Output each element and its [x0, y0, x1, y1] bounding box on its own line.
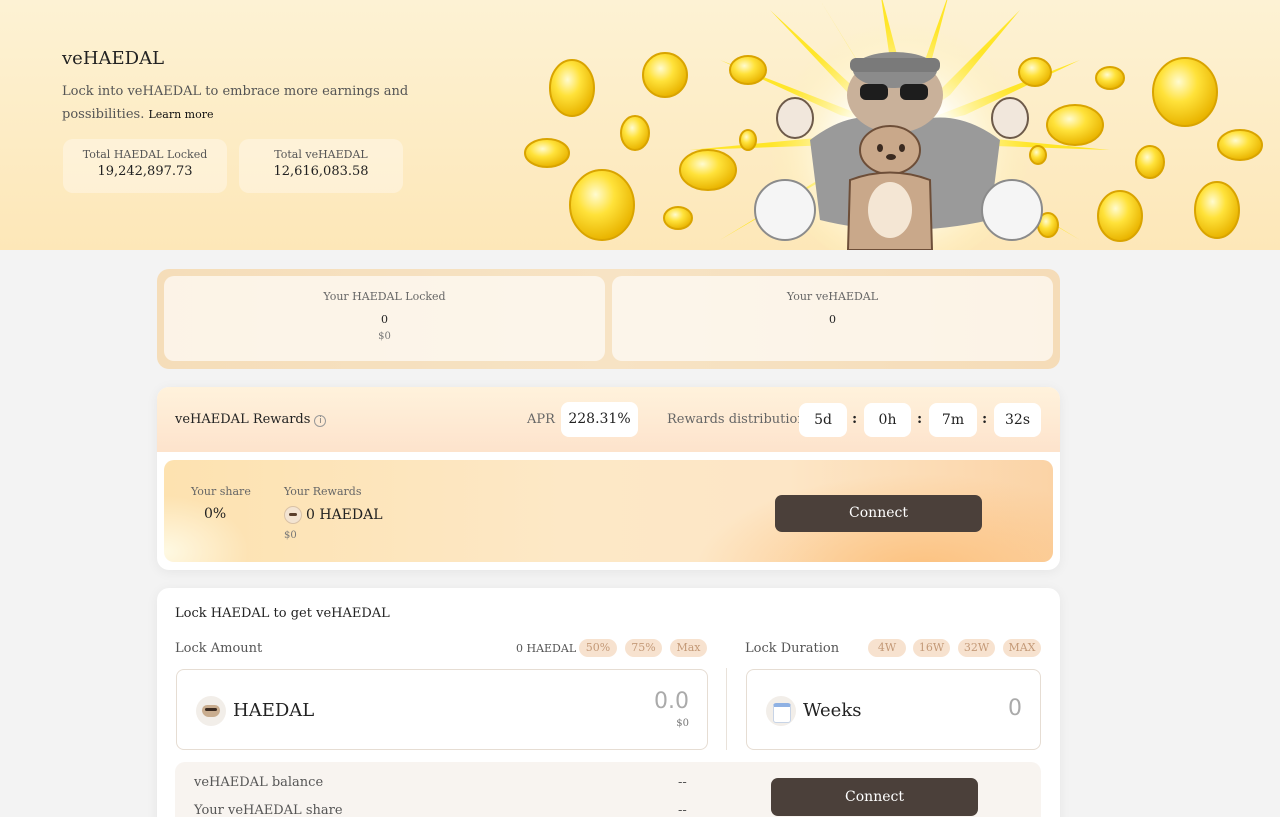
your-rewards-label: Your Rewards [284, 485, 362, 498]
total-vehaedal-label: Total veHAEDAL [274, 148, 368, 161]
haedal-token-icon [284, 506, 302, 524]
hero-subtitle: Lock into veHAEDAL to embrace more earni… [62, 80, 457, 126]
duration-chip-4w[interactable]: 4W [868, 639, 906, 657]
total-locked-value: 19,242,897.73 [97, 164, 193, 179]
input-divider [726, 668, 727, 750]
hero-banner: veHAEDAL Lock into veHAEDAL to embrace m… [0, 0, 1280, 250]
hero-otter-illustration [524, 0, 1263, 250]
your-rewards-amount: 0 HAEDAL [306, 507, 383, 523]
your-share-value: 0% [204, 506, 227, 522]
countdown-hours: 0h [864, 403, 911, 437]
amount-chip-75[interactable]: 75% [625, 639, 662, 657]
vehaedal-balance-label: veHAEDAL balance [194, 775, 324, 790]
small-otter [846, 125, 934, 250]
amount-usd: $0 [676, 718, 689, 729]
countdown-seconds: 32s [994, 403, 1041, 437]
haedal-token-icon [196, 696, 226, 726]
your-haedal-locked-label: Your HAEDAL Locked [323, 290, 446, 303]
haedal-balance: 0 HAEDAL [516, 642, 577, 655]
total-vehaedal-card: Total veHAEDAL 12,616,083.58 [239, 139, 403, 193]
total-locked-label: Total HAEDAL Locked [82, 148, 208, 161]
rewards-connect-button[interactable]: Connect [775, 495, 982, 532]
your-haedal-locked-card: Your HAEDAL Locked 0 $0 [164, 276, 605, 361]
your-rewards-value: 0 HAEDAL [284, 506, 383, 524]
apr-value: 228.31% [561, 402, 638, 437]
weeks-label: Weeks [803, 700, 862, 721]
hero-subtitle-text: Lock into veHAEDAL to embrace more earni… [62, 84, 409, 122]
countdown-separator: : [852, 411, 858, 427]
vehaedal-balance-value: -- [678, 775, 687, 790]
amount-chip-max[interactable]: Max [670, 639, 707, 657]
amount-chip-50[interactable]: 50% [579, 639, 617, 657]
lock-panel: Lock HAEDAL to get veHAEDAL Lock Amount … [157, 588, 1060, 817]
page-title: veHAEDAL [62, 48, 165, 69]
rewards-panel: veHAEDAL Rewards i APR 228.31% Rewards di… [157, 387, 1060, 570]
lock-title: Lock HAEDAL to get veHAEDAL [175, 606, 390, 621]
your-rewards-card: Your share 0% Your Rewards 0 HAEDAL $0 C… [164, 460, 1053, 562]
token-name: HAEDAL [233, 700, 315, 721]
countdown-separator: : [917, 411, 923, 427]
rewards-title: veHAEDAL Rewards i [175, 412, 327, 427]
learn-more-link[interactable]: Learn more [148, 108, 213, 121]
lock-connect-button[interactable]: Connect [771, 778, 978, 816]
vehaedal-share-label: Your veHAEDAL share [194, 803, 343, 817]
duration-chip-32w[interactable]: 32W [958, 639, 995, 657]
lock-amount-label: Lock Amount [175, 641, 263, 656]
lock-duration-label: Lock Duration [745, 641, 840, 656]
lock-amount-input[interactable]: HAEDAL 0.0 $0 [176, 669, 708, 750]
total-locked-card: Total HAEDAL Locked 19,242,897.73 [63, 139, 227, 193]
rewards-header: veHAEDAL Rewards i APR 228.31% Rewards di… [157, 387, 1060, 452]
countdown-separator: : [982, 411, 988, 427]
amount-input-value[interactable]: 0.0 [654, 689, 689, 714]
lock-summary: veHAEDAL balance -- Your veHAEDAL share … [175, 762, 1041, 817]
duration-chip-16w[interactable]: 16W [913, 639, 950, 657]
your-haedal-locked-value: 0 [381, 313, 388, 326]
rewards-title-text: veHAEDAL Rewards [175, 412, 311, 427]
calendar-icon [766, 696, 796, 726]
your-locked-panel: Your HAEDAL Locked 0 $0 Your veHAEDAL 0 [157, 269, 1060, 369]
your-vehaedal-label: Your veHAEDAL [786, 290, 879, 303]
apr-label: APR [527, 412, 555, 427]
lock-duration-input[interactable]: Weeks 0 [746, 669, 1041, 750]
your-share-label: Your share [191, 485, 251, 498]
your-haedal-locked-usd: $0 [378, 331, 391, 342]
your-vehaedal-value: 0 [829, 313, 836, 326]
duration-chip-max[interactable]: MAX [1003, 639, 1041, 657]
your-rewards-usd: $0 [284, 530, 297, 541]
countdown-minutes: 7m [929, 403, 977, 437]
countdown-days: 5d [799, 403, 847, 437]
total-vehaedal-value: 12,616,083.58 [273, 164, 369, 179]
vehaedal-share-value: -- [678, 803, 687, 817]
your-vehaedal-card: Your veHAEDAL 0 [612, 276, 1053, 361]
weeks-input-value[interactable]: 0 [1008, 696, 1022, 721]
info-icon[interactable]: i [314, 415, 327, 427]
